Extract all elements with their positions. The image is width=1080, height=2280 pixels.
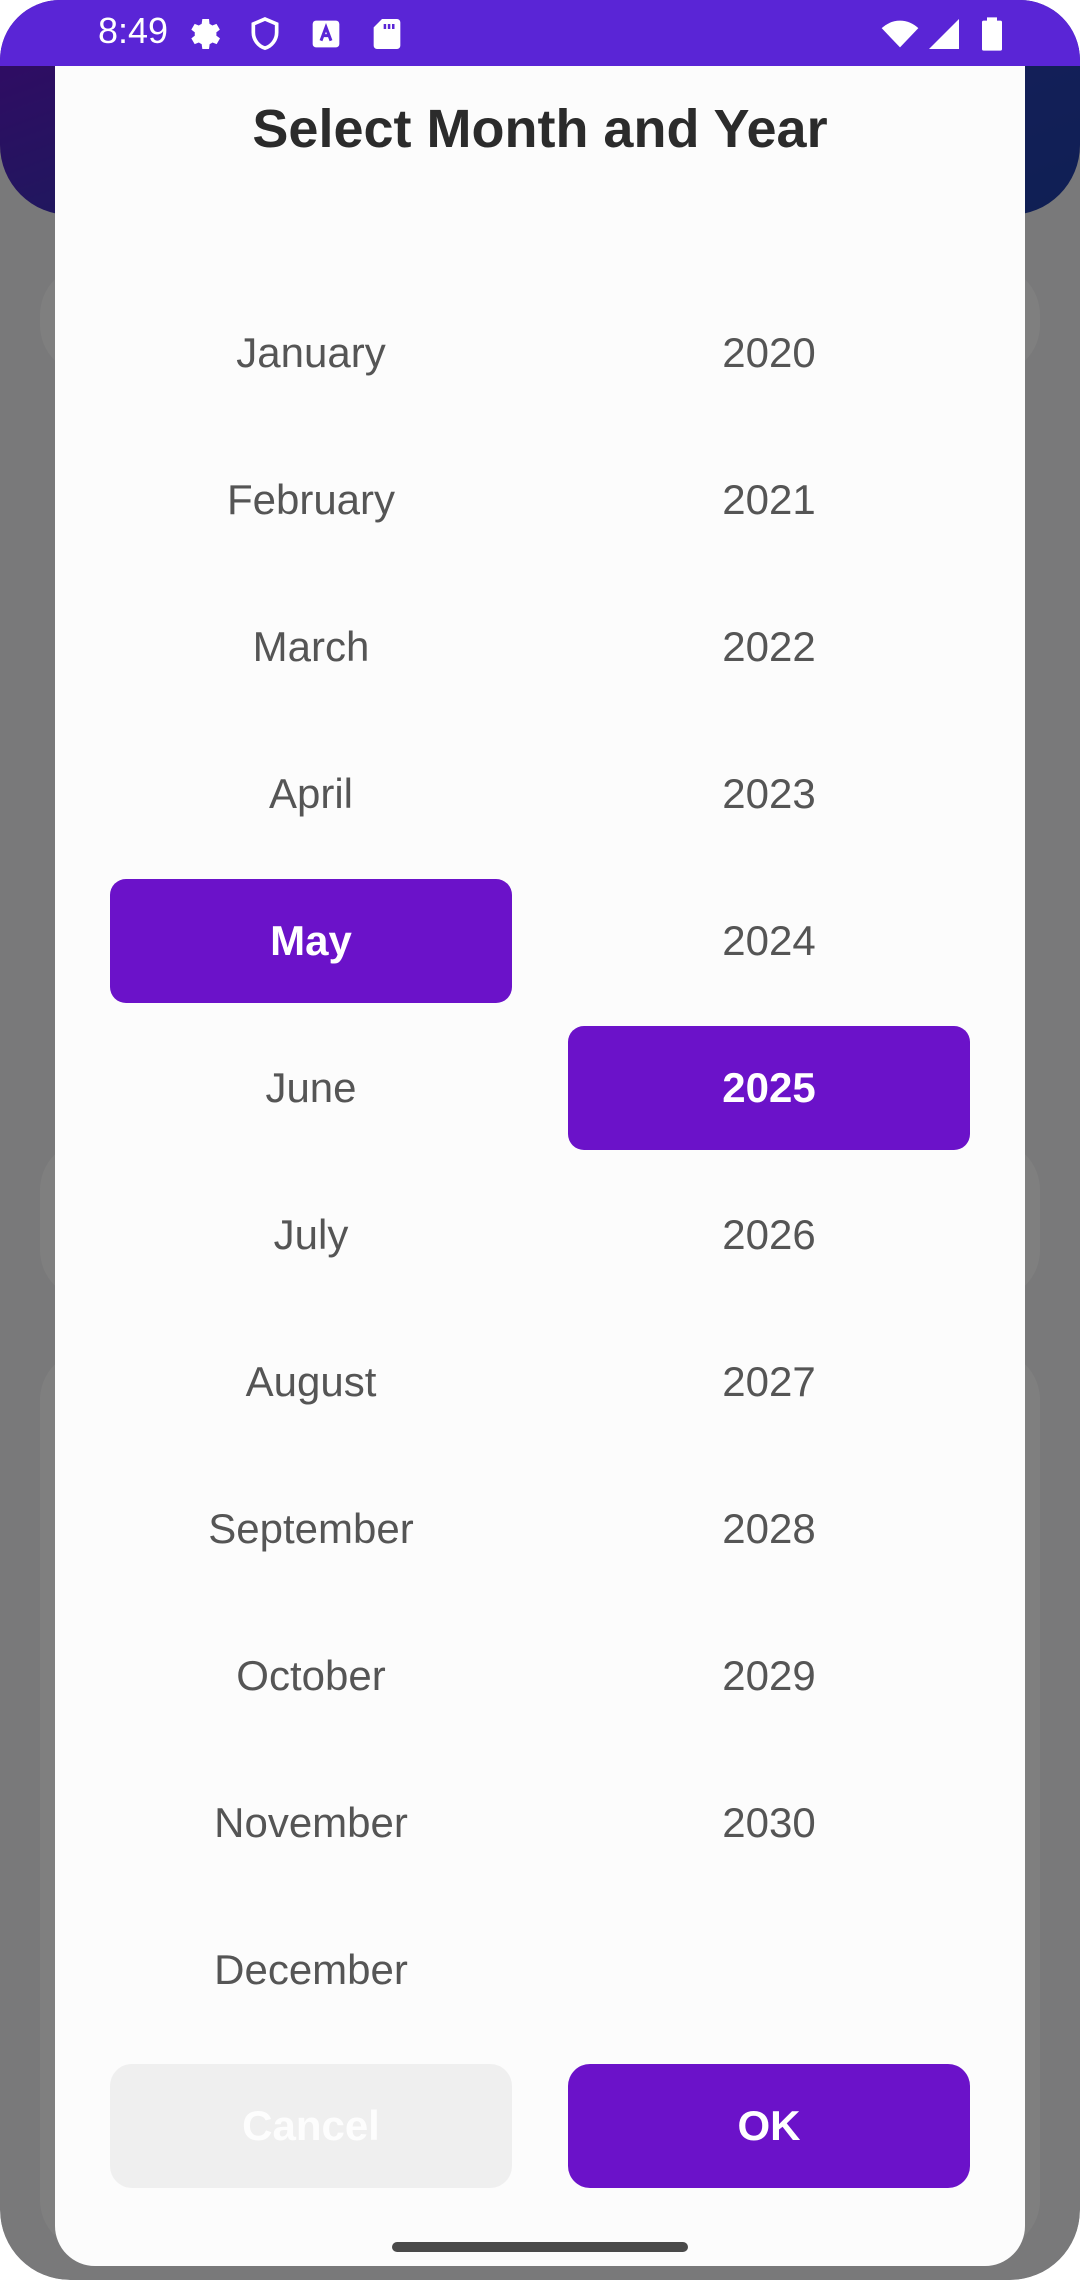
year-option[interactable]: 2022 [568, 585, 970, 709]
month-option[interactable]: July [110, 1173, 512, 1297]
year-option[interactable]: 2021 [568, 438, 970, 562]
month-year-dialog: Select Month and Year January February Mar… [55, 66, 1025, 2266]
dialog-title: Select Month and Year [252, 99, 828, 159]
month-option[interactable]: September [110, 1467, 512, 1591]
year-option[interactable]: 2030 [568, 1761, 970, 1885]
month-option[interactable]: October [110, 1614, 512, 1738]
month-option[interactable]: January [110, 291, 512, 415]
settings-icon [191, 19, 220, 49]
year-option[interactable]: 2023 [568, 732, 970, 856]
month-list: January February March April May June July Augu… [110, 291, 512, 2055]
battery-icon [982, 17, 1002, 51]
month-option[interactable]: April [110, 732, 512, 856]
month-option-selected[interactable]: May [110, 879, 512, 1003]
status-bar: 8:49 [0, 0, 1080, 66]
status-time: 8:49 [98, 10, 169, 51]
year-option[interactable]: 2020 [568, 291, 970, 415]
ok-button[interactable]: OK [568, 2064, 970, 2188]
year-option[interactable]: 2027 [568, 1320, 970, 1444]
month-option[interactable]: February [110, 438, 512, 562]
sd-card-icon [373, 19, 401, 49]
year-option-selected[interactable]: 2025 [568, 1026, 970, 1150]
year-option[interactable]: 2029 [568, 1614, 970, 1738]
gesture-nav-handle[interactable] [392, 2242, 688, 2252]
month-option[interactable]: March [110, 585, 512, 709]
year-option[interactable]: 2028 [568, 1467, 970, 1591]
year-option[interactable]: 2024 [568, 879, 970, 1003]
month-option[interactable]: August [110, 1320, 512, 1444]
month-option[interactable]: November [110, 1761, 512, 1885]
year-option[interactable]: 2026 [568, 1173, 970, 1297]
signal-icon [929, 19, 959, 49]
month-option[interactable]: December [110, 1908, 512, 2032]
font-a-icon [312, 20, 340, 48]
month-option[interactable]: June [110, 1026, 512, 1150]
wifi-icon [881, 20, 919, 48]
cancel-button[interactable]: Cancel [110, 2064, 512, 2188]
year-list: 2020 2021 2022 2023 2024 2025 2026 2027 2028 2029… [568, 291, 970, 1908]
shield-icon [251, 17, 279, 51]
